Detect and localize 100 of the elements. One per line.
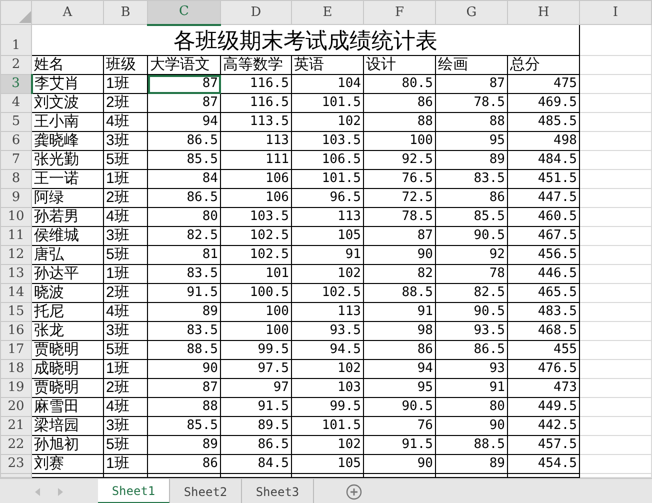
table-cell: 刘文波 bbox=[32, 94, 104, 112]
table-cell: 113 bbox=[292, 302, 364, 322]
table-cell: 91 bbox=[364, 302, 436, 322]
row-header[interactable]: 19 bbox=[0, 378, 32, 398]
table-cell: 483.5 bbox=[508, 302, 580, 322]
table-cell: 90 bbox=[364, 246, 436, 264]
column-header[interactable]: E bbox=[292, 0, 364, 24]
table-cell: 90 bbox=[436, 416, 508, 436]
table-cell: 469.5 bbox=[508, 94, 580, 112]
table-cell: 托尼 bbox=[32, 302, 104, 322]
table-cell: 1班 bbox=[104, 170, 148, 188]
column-heading-cell: 设计 bbox=[364, 56, 436, 74]
table-cell: 475 bbox=[508, 74, 580, 94]
table-cell: 李艾肖 bbox=[32, 74, 104, 94]
row-header[interactable]: 16 bbox=[0, 322, 32, 340]
scroll-right-icon[interactable] bbox=[58, 488, 63, 496]
row-header[interactable]: 10 bbox=[0, 208, 32, 226]
table-cell: 3班 bbox=[104, 132, 148, 150]
table-cell: 95 bbox=[436, 132, 508, 150]
table-cell: 100 bbox=[220, 302, 292, 322]
column-header[interactable]: G bbox=[436, 0, 508, 24]
add-sheet-icon[interactable] bbox=[346, 484, 362, 500]
table-cell: 96.5 bbox=[292, 188, 364, 208]
table-cell: 龚晓峰 bbox=[32, 132, 104, 150]
sheet-tab[interactable]: Sheet1 bbox=[98, 479, 170, 503]
table-cell: 76 bbox=[364, 416, 436, 436]
row-header[interactable]: 3 bbox=[0, 74, 32, 94]
table-cell: 91.5 bbox=[220, 398, 292, 416]
table-cell: 467.5 bbox=[508, 226, 580, 246]
table-cell: 87 bbox=[148, 94, 220, 112]
table-cell: 张龙 bbox=[32, 322, 104, 340]
column-header[interactable]: I bbox=[580, 0, 652, 24]
table-cell: 102.5 bbox=[220, 246, 292, 264]
table-cell: 1班 bbox=[104, 74, 148, 94]
column-heading-cell: 大学语文 bbox=[148, 56, 220, 74]
row-header[interactable]: 4 bbox=[0, 94, 32, 112]
table-cell: 457.5 bbox=[508, 436, 580, 454]
row-header[interactable]: 5 bbox=[0, 112, 32, 132]
sheet-tab[interactable]: Sheet3 bbox=[242, 479, 314, 503]
table-cell: 83.5 bbox=[148, 264, 220, 284]
table-cell: 1班 bbox=[104, 360, 148, 378]
table-cell: 94.5 bbox=[292, 340, 364, 360]
row-header[interactable]: 17 bbox=[0, 340, 32, 360]
table-cell: 82.5 bbox=[148, 226, 220, 246]
row-header[interactable]: 6 bbox=[0, 132, 32, 150]
column-header[interactable]: D bbox=[220, 0, 292, 24]
column-header[interactable]: B bbox=[104, 0, 148, 24]
table-cell: 82.5 bbox=[436, 284, 508, 302]
column-header[interactable]: F bbox=[364, 0, 436, 24]
table-cell: 91 bbox=[436, 378, 508, 398]
table-cell: 106 bbox=[220, 170, 292, 188]
table-cell: 86 bbox=[364, 340, 436, 360]
row-header[interactable]: 2 bbox=[0, 56, 32, 74]
sheet-tab[interactable]: Sheet2 bbox=[170, 479, 242, 503]
row-header[interactable]: 9 bbox=[0, 188, 32, 208]
table-cell: 95 bbox=[364, 378, 436, 398]
table-cell: 449.5 bbox=[508, 398, 580, 416]
table-cell: 91.5 bbox=[364, 436, 436, 454]
column-header[interactable]: C bbox=[148, 0, 220, 24]
table-cell: 78.5 bbox=[364, 208, 436, 226]
table-cell: 2班 bbox=[104, 284, 148, 302]
table-cell: 王小南 bbox=[32, 112, 104, 132]
row-header[interactable]: 22 bbox=[0, 436, 32, 454]
table-cell: 王一诺 bbox=[32, 170, 104, 188]
row-header[interactable]: 23 bbox=[0, 454, 32, 474]
table-cell: 99.5 bbox=[220, 340, 292, 360]
row-header[interactable]: 15 bbox=[0, 302, 32, 322]
scroll-left-icon[interactable] bbox=[35, 488, 40, 496]
row-header[interactable]: 12 bbox=[0, 246, 32, 264]
row-header[interactable]: 1 bbox=[0, 24, 32, 56]
table-cell: 89 bbox=[148, 302, 220, 322]
row-header[interactable]: 18 bbox=[0, 360, 32, 378]
table-cell: 454.5 bbox=[508, 454, 580, 474]
table-cell: 103.5 bbox=[220, 208, 292, 226]
table-cell: 94 bbox=[364, 360, 436, 378]
row-header[interactable]: 8 bbox=[0, 170, 32, 188]
table-cell: 93 bbox=[436, 360, 508, 378]
table-cell: 85.5 bbox=[148, 150, 220, 170]
table-cell: 88.5 bbox=[148, 340, 220, 360]
table-cell: 101 bbox=[220, 264, 292, 284]
table-cell: 116.5 bbox=[220, 74, 292, 94]
row-header[interactable]: 7 bbox=[0, 150, 32, 170]
table-cell: 87 bbox=[436, 74, 508, 94]
row-header[interactable]: 11 bbox=[0, 226, 32, 246]
table-cell: 90.5 bbox=[364, 398, 436, 416]
table-cell[interactable]: 87 bbox=[148, 74, 220, 94]
column-header[interactable]: A bbox=[32, 0, 104, 24]
table-cell: 88 bbox=[364, 112, 436, 132]
table-cell: 104 bbox=[292, 74, 364, 94]
table-cell: 102 bbox=[292, 264, 364, 284]
table-cell: 76.5 bbox=[364, 170, 436, 188]
table-cell: 465.5 bbox=[508, 284, 580, 302]
table-cell: 102 bbox=[292, 112, 364, 132]
row-header[interactable]: 21 bbox=[0, 416, 32, 436]
table-cell: 86.5 bbox=[436, 340, 508, 360]
row-header[interactable]: 13 bbox=[0, 264, 32, 284]
row-header[interactable]: 20 bbox=[0, 398, 32, 416]
column-header[interactable]: H bbox=[508, 0, 580, 24]
row-header[interactable]: 14 bbox=[0, 284, 32, 302]
table-cell: 442.5 bbox=[508, 416, 580, 436]
